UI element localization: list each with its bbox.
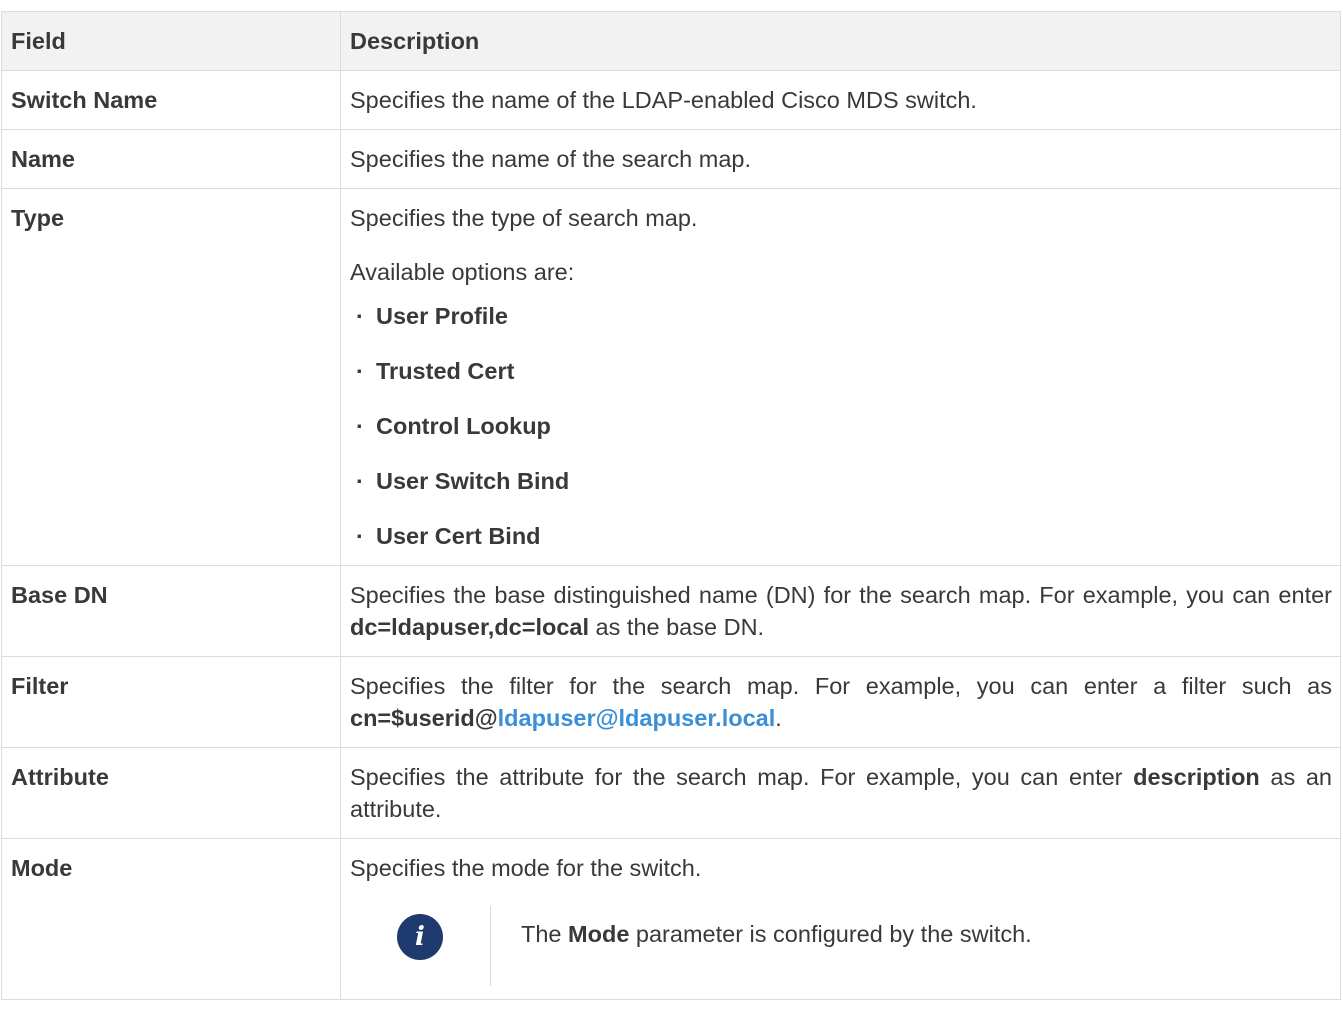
description-text: Specifies the attribute for the search m… <box>350 764 1134 790</box>
info-icon: i <box>397 914 443 960</box>
note-text: The Mode parameter is configured by the … <box>521 906 1032 950</box>
table-row: Mode Specifies the mode for the switch. … <box>1 838 1341 1000</box>
option-label: User Cert Bind <box>376 523 541 549</box>
type-description: Specifies the type of search map. <box>350 205 698 231</box>
option-label: User Profile <box>376 303 508 329</box>
description-text: as the base DN. <box>589 614 765 640</box>
example-value: description <box>1133 764 1260 790</box>
note-text-part: The <box>521 921 569 947</box>
table-row: Base DN Specifies the base distinguished… <box>1 565 1341 657</box>
header-description: Description <box>340 11 1341 71</box>
field-description: Specifies the name of the LDAP-enabled C… <box>340 70 1341 130</box>
field-description: Specifies the filter for the search map.… <box>340 656 1341 748</box>
note-text-part: parameter is configured by the switch. <box>629 921 1032 947</box>
header-field: Field <box>1 11 341 71</box>
table-row: Switch Name Specifies the name of the LD… <box>1 70 1341 130</box>
email-link[interactable]: ldapuser@ldapuser.local <box>498 705 776 731</box>
field-name: Type <box>1 188 341 566</box>
fields-table: Field Description Switch Name Specifies … <box>1 11 1341 1000</box>
field-description: Specifies the mode for the switch. i The… <box>340 838 1341 1000</box>
field-name: Filter <box>1 656 341 748</box>
description-text: Specifies the base distinguished name (D… <box>350 582 1332 608</box>
option-label: User Switch Bind <box>376 468 570 494</box>
note-bold: Mode <box>568 921 630 947</box>
bullet-icon: · <box>356 468 364 494</box>
options-intro: Available options are: <box>350 259 575 285</box>
table-row: Filter Specifies the filter for the sear… <box>1 656 1341 748</box>
description-text: Specifies the filter for the search map.… <box>350 673 1332 699</box>
field-name: Base DN <box>1 565 341 657</box>
description-text: . <box>775 705 782 731</box>
field-description: Specifies the type of search map. Availa… <box>340 188 1341 566</box>
option-label: Control Lookup <box>376 413 551 439</box>
field-name: Name <box>1 129 341 189</box>
table-row: Name Specifies the name of the search ma… <box>1 129 1341 189</box>
note-divider <box>490 906 491 986</box>
field-name: Mode <box>1 838 341 1000</box>
field-description: Specifies the base distinguished name (D… <box>340 565 1341 657</box>
bullet-icon: · <box>356 303 364 329</box>
list-item: · Trusted Cert <box>356 355 1332 410</box>
note-callout: i The Mode parameter is configured by th… <box>350 906 1332 986</box>
option-label: Trusted Cert <box>376 358 515 384</box>
table-row: Attribute Specifies the attribute for th… <box>1 747 1341 839</box>
list-item: · User Profile <box>356 300 1332 355</box>
table-header-row: Field Description <box>1 11 1341 71</box>
field-description: Specifies the attribute for the search m… <box>340 747 1341 839</box>
options-list: · User Profile · Trusted Cert · Control Loo… <box>350 300 1332 552</box>
table-row: Type Specifies the type of search map. A… <box>1 188 1341 566</box>
note-icon-wrap: i <box>350 906 490 960</box>
bullet-icon: · <box>356 358 364 384</box>
list-item: · User Switch Bind <box>356 465 1332 520</box>
field-name: Attribute <box>1 747 341 839</box>
bullet-icon: · <box>356 523 364 549</box>
list-item: · User Cert Bind <box>356 520 1332 552</box>
example-value: cn=$userid@ <box>350 705 498 731</box>
bullet-icon: · <box>356 413 364 439</box>
field-name: Switch Name <box>1 70 341 130</box>
list-item: · Control Lookup <box>356 410 1332 465</box>
mode-description: Specifies the mode for the switch. <box>350 855 702 881</box>
example-value: dc=ldapuser,dc=local <box>350 614 590 640</box>
field-description: Specifies the name of the search map. <box>340 129 1341 189</box>
